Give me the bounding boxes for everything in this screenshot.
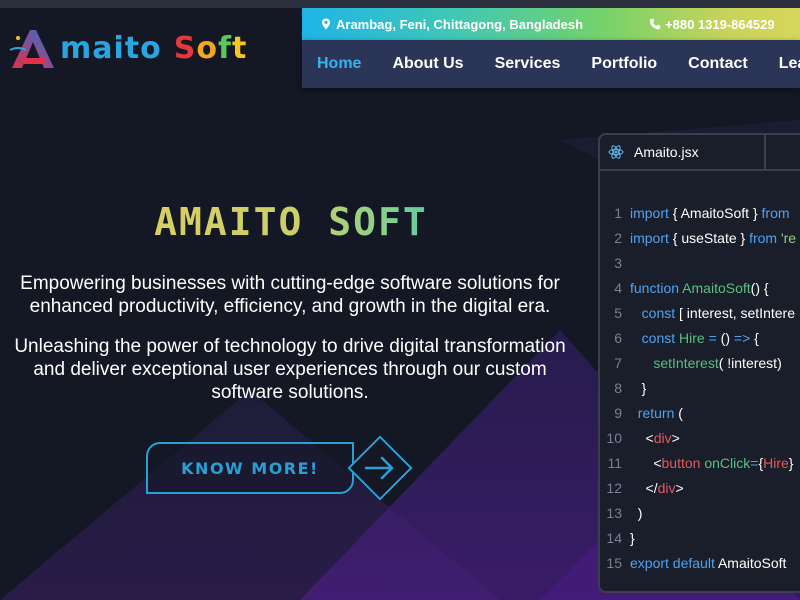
line-number: 4 <box>600 280 630 296</box>
nav-services[interactable]: Services <box>495 55 561 73</box>
react-atom-icon <box>608 144 624 160</box>
code-line: 6 const Hire = () => { <box>600 325 800 350</box>
know-more-button[interactable]: KNOW MORE! <box>146 430 418 510</box>
code-text: ) <box>630 505 642 521</box>
hero-paragraph-1: Empowering businesses with cutting-edge … <box>0 272 580 318</box>
code-line: 5 const [ interest, setIntere <box>600 300 800 325</box>
nav-about-us[interactable]: About Us <box>392 55 463 73</box>
location-pin-icon <box>320 18 332 30</box>
nav-contact[interactable]: Contact <box>688 55 748 73</box>
line-number: 3 <box>600 255 630 271</box>
line-number: 2 <box>600 230 630 246</box>
code-filename: Amaito.jsx <box>634 144 699 160</box>
know-more-label: KNOW MORE! <box>146 442 354 494</box>
code-line: 1import { AmaitoSoft } from <box>600 200 800 225</box>
line-number: 6 <box>600 330 630 346</box>
code-line: 15export default AmaitoSoft <box>600 550 800 575</box>
code-text: setInterest( !interest) <box>630 355 782 371</box>
line-number: 12 <box>600 480 630 496</box>
line-number: 1 <box>600 205 630 221</box>
code-line: 14} <box>600 525 800 550</box>
nav-learn-truncated[interactable]: Lea <box>779 55 800 73</box>
code-line: 2import { useState } from 're <box>600 225 800 250</box>
code-text: <button onClick={Hire} <box>630 455 793 471</box>
code-line: 10 <div> <box>600 425 800 450</box>
phone-text: +880 1319-864529 <box>665 17 775 32</box>
arrow-right-icon <box>344 432 416 504</box>
code-text: import { AmaitoSoft } from <box>630 205 790 221</box>
code-text: export default AmaitoSoft <box>630 555 786 571</box>
code-text: <div> <box>630 430 680 446</box>
code-line: 3 <box>600 250 800 275</box>
top-strip <box>0 0 800 8</box>
logo-rocket-a-icon <box>8 24 64 72</box>
code-text: import { useState } from 're <box>630 230 796 246</box>
code-text: } <box>630 530 635 546</box>
code-text: return ( <box>630 405 683 421</box>
contact-info-bar: Arambag, Feni, Chittagong, Bangladesh +8… <box>302 8 800 40</box>
line-number: 13 <box>600 505 630 521</box>
code-text: </div> <box>630 480 684 496</box>
logo-letter-f: f <box>218 31 232 66</box>
hero-title: AMAITO SOFT <box>146 200 436 244</box>
line-number: 15 <box>600 555 630 571</box>
address-item: Arambag, Feni, Chittagong, Bangladesh <box>320 17 583 32</box>
code-text: } <box>630 380 646 396</box>
line-number: 10 <box>600 430 630 446</box>
main-nav: Home About Us Services Portfolio Contact… <box>302 40 800 88</box>
code-text: function AmaitoSoft() { <box>630 280 769 296</box>
code-line: 8 } <box>600 375 800 400</box>
line-number: 9 <box>600 405 630 421</box>
line-number: 14 <box>600 530 630 546</box>
code-text: const Hire = () => { <box>630 330 759 346</box>
code-line: 7 setInterest( !interest) <box>600 350 800 375</box>
logo-letter-s: S <box>174 31 197 66</box>
code-text: const [ interest, setIntere <box>630 305 795 321</box>
code-line: 9 return ( <box>600 400 800 425</box>
phone-item[interactable]: +880 1319-864529 <box>649 17 775 32</box>
tab-underline <box>764 169 800 171</box>
line-number: 8 <box>600 380 630 396</box>
logo-letter-t: t <box>232 31 247 66</box>
site-logo[interactable]: maito S o f t <box>8 24 247 72</box>
nav-portfolio[interactable]: Portfolio <box>591 55 657 73</box>
site-header: Arambag, Feni, Chittagong, Bangladesh +8… <box>302 8 800 88</box>
code-line: 12 </div> <box>600 475 800 500</box>
code-lines: 1import { AmaitoSoft } from2import { use… <box>600 200 800 575</box>
code-line: 13 ) <box>600 500 800 525</box>
address-text: Arambag, Feni, Chittagong, Bangladesh <box>336 17 583 32</box>
phone-icon <box>649 18 661 30</box>
logo-word-maito: maito <box>60 31 162 66</box>
code-editor-window: Amaito.jsx 1import { AmaitoSoft } from2i… <box>598 133 800 593</box>
code-line: 11 <button onClick={Hire} <box>600 450 800 475</box>
nav-home[interactable]: Home <box>317 55 361 73</box>
code-line: 4function AmaitoSoft() { <box>600 275 800 300</box>
line-number: 5 <box>600 305 630 321</box>
code-file-tab[interactable]: Amaito.jsx <box>600 135 766 171</box>
logo-letter-o: o <box>196 31 218 66</box>
line-number: 7 <box>600 355 630 371</box>
line-number: 11 <box>600 455 630 471</box>
hero-paragraph-2: Unleashing the power of technology to dr… <box>0 335 580 404</box>
